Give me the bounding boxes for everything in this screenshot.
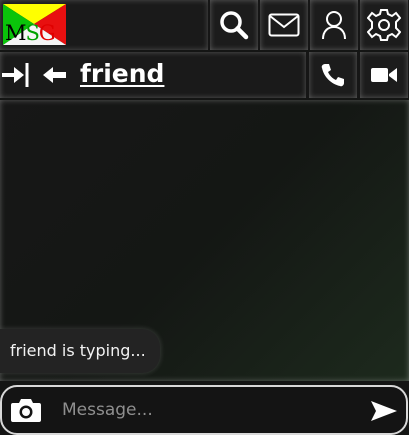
- user-icon: [322, 11, 346, 40]
- conversation-title[interactable]: friend: [80, 59, 164, 89]
- settings-button[interactable]: [360, 0, 408, 50]
- message-input[interactable]: [62, 395, 352, 425]
- app-logo[interactable]: MSG: [3, 4, 66, 45]
- chat-area[interactable]: friend is typing...: [0, 100, 409, 381]
- conversation-header: friend: [0, 52, 306, 98]
- phone-icon: [321, 64, 344, 87]
- search-icon: [220, 11, 249, 40]
- conversation-bar: friend: [0, 52, 409, 98]
- back-button[interactable]: [42, 64, 68, 86]
- camera-icon: [11, 399, 41, 422]
- camera-button[interactable]: [10, 397, 42, 423]
- logo-letter-m: M: [5, 21, 26, 45]
- call-button[interactable]: [309, 52, 357, 98]
- logo-text: MSG: [5, 21, 56, 45]
- logo-letter-s: S: [25, 21, 40, 45]
- mail-icon: [268, 13, 300, 37]
- send-icon: [371, 401, 397, 421]
- message-composer: [0, 385, 408, 435]
- settings-icon: [367, 9, 401, 41]
- back-arrow-icon: [43, 67, 66, 83]
- search-button[interactable]: [210, 0, 258, 50]
- typing-indicator: friend is typing...: [0, 329, 160, 373]
- video-call-button[interactable]: [360, 52, 408, 98]
- profile-button[interactable]: [310, 0, 358, 50]
- video-icon: [371, 68, 397, 82]
- mail-button[interactable]: [260, 0, 308, 50]
- logo-area: MSG: [0, 0, 208, 50]
- logo-letter-g: G: [38, 21, 56, 45]
- sidebar-toggle-button[interactable]: [2, 61, 30, 89]
- sidebar-toggle-icon: [2, 63, 29, 87]
- top-bar: MSG: [0, 0, 409, 50]
- send-button[interactable]: [370, 400, 398, 422]
